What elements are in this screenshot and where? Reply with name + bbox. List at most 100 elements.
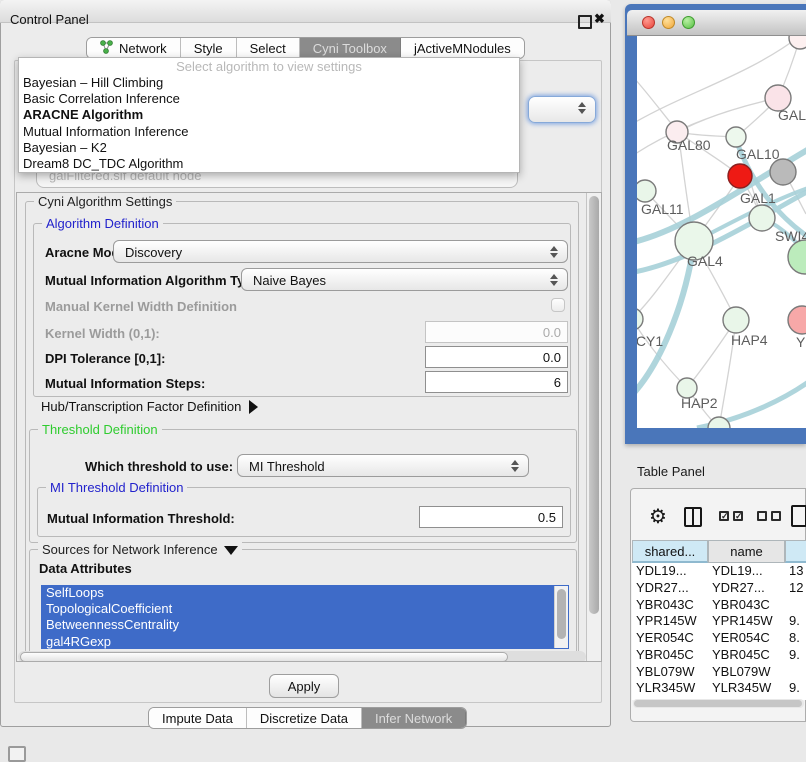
cell: 12 (789, 580, 806, 597)
settings-horizontal-scrollbar[interactable] (18, 651, 586, 662)
list-item[interactable]: BetweennessCentrality (41, 617, 569, 633)
node-y-partial[interactable] (788, 306, 806, 334)
node-label: Y (796, 334, 806, 350)
cell (789, 664, 806, 681)
scrollbar-thumb[interactable] (557, 589, 566, 639)
table-row[interactable]: YDR27... YDR27... 12 (632, 580, 806, 597)
table-horizontal-scrollbar[interactable] (633, 699, 804, 708)
tab-discretize-data[interactable]: Discretize Data (247, 708, 362, 728)
mi-threshold-field[interactable]: 0.5 (419, 506, 563, 528)
menu-item[interactable]: Bayesian – Hill Climbing (19, 75, 519, 91)
node-swi4[interactable] (749, 205, 775, 231)
apply-button[interactable]: Apply (269, 674, 339, 698)
control-panel-titlebar[interactable] (0, 0, 611, 23)
menu-item[interactable]: Dream8 DC_TDC Algorithm (19, 156, 519, 172)
column-header-name[interactable]: name (708, 540, 785, 563)
table-row[interactable]: YBR045C YBR045C 9. (632, 647, 806, 664)
list-item[interactable]: TopologicalCoefficient (41, 601, 569, 617)
network-canvas[interactable]: GAL GAL80 GAL10 GAL1 GAL11 SWI4 GAL4 GCY… (637, 36, 806, 428)
collapsed-panel-icon[interactable] (8, 746, 26, 762)
node-label: SWI4 (775, 228, 806, 244)
node-gal1[interactable] (728, 164, 752, 188)
checked-checkbox-icon[interactable]: ✓ (733, 511, 743, 521)
tab-label: Impute Data (162, 711, 233, 726)
data-attributes-list: SelfLoops TopologicalCoefficient Between… (41, 585, 569, 649)
table-row[interactable]: YER054C YER054C 8. (632, 630, 806, 647)
unchecked-checkbox-icon[interactable] (757, 511, 767, 521)
manual-kernel-label: Manual Kernel Width Definition (45, 299, 237, 314)
table-row[interactable]: YLR345W YLR345W 9. (632, 680, 806, 697)
node-gal11[interactable] (637, 180, 656, 202)
list-item[interactable]: gal4RGexp (41, 634, 569, 649)
tab-style[interactable]: Style (181, 38, 237, 58)
mac-zoom-icon[interactable] (682, 16, 695, 29)
tab-select[interactable]: Select (237, 38, 300, 58)
node-label: GAL (778, 107, 806, 123)
list-item[interactable]: SelfLoops (41, 585, 569, 601)
menu-item-highlighted[interactable]: ARACNE Algorithm (19, 107, 519, 123)
gear-icon[interactable]: ⚙ (649, 504, 667, 529)
close-icon[interactable]: ✖ (594, 11, 605, 27)
tab-cyni-toolbox[interactable]: Cyni Toolbox (300, 38, 401, 58)
cell: YPR145W (636, 613, 706, 630)
table-row[interactable]: YPR145W YPR145W 9. (632, 613, 806, 630)
column-header-partial[interactable] (785, 540, 806, 563)
cell: YBL079W (636, 664, 706, 681)
settings-vertical-scrollbar[interactable] (586, 193, 602, 661)
tab-label: Infer Network (375, 711, 452, 726)
mi-type-combo[interactable]: Naive Bayes (241, 268, 568, 291)
table-row[interactable]: YDL19... YDL19... 13 (632, 563, 806, 580)
node-unlabeled-top[interactable] (789, 36, 806, 49)
columns-icon[interactable] (684, 507, 702, 527)
unchecked-checkbox-icon[interactable] (771, 511, 781, 521)
tab-infer-network[interactable]: Infer Network (362, 708, 466, 728)
table-row[interactable]: YBL079W YBL079W (632, 664, 806, 681)
float-panel-icon[interactable] (578, 15, 592, 29)
node-label: GCY1 (637, 333, 663, 349)
cell: 9. (789, 613, 806, 630)
mi-steps-field[interactable]: 6 (425, 371, 568, 393)
table-row[interactable]: YBR043C YBR043C (632, 597, 806, 614)
tab-jactivemnodules[interactable]: jActiveMNodules (401, 38, 524, 58)
aracne-mode-combo[interactable]: Discovery (113, 240, 568, 263)
page-icon[interactable] (791, 505, 806, 527)
node-unlabeled-right[interactable] (788, 240, 806, 274)
node-label: GAL4 (687, 253, 723, 269)
combo-stepper-icon (550, 245, 558, 259)
collapse-arrow-icon[interactable] (224, 546, 238, 555)
menu-item[interactable]: Bayesian – K2 (19, 140, 519, 156)
combo-stepper-icon (550, 273, 558, 287)
checked-checkbox-icon[interactable]: ✓ (719, 511, 729, 521)
kernel-width-field[interactable]: 0.0 (425, 321, 568, 343)
mac-close-icon[interactable] (642, 16, 655, 29)
node-gcy1[interactable] (637, 308, 643, 330)
mac-minimize-icon[interactable] (662, 16, 675, 29)
scrollbar-thumb[interactable] (634, 700, 802, 707)
mi-threshold-label: Mutual Information Threshold: (47, 511, 235, 526)
algorithm-combo-fragment[interactable] (528, 96, 596, 123)
tab-network[interactable]: Network (87, 38, 181, 58)
kernel-width-label: Kernel Width (0,1): (45, 326, 160, 341)
control-panel-tabs: Network Style Select Cyni Toolbox jActiv… (86, 37, 525, 59)
scrollbar-thumb[interactable] (20, 652, 508, 662)
algorithm-dropdown-popup: Select algorithm to view settings Bayesi… (18, 57, 520, 173)
list-scrollbar[interactable] (554, 586, 568, 648)
combo-value: Naive Bayes (253, 273, 326, 288)
manual-kernel-checkbox[interactable] (551, 298, 565, 312)
menu-item[interactable]: Mutual Information Inference (19, 124, 519, 140)
node-hap4[interactable] (723, 307, 749, 333)
hub-definition-expander[interactable]: Hub/Transcription Factor Definition (41, 399, 258, 414)
cell: 9. (789, 680, 806, 697)
dpi-tolerance-field[interactable]: 0.0 (425, 346, 568, 368)
column-header-shared-name[interactable]: shared... (632, 540, 708, 563)
scrollbar-thumb[interactable] (589, 196, 599, 614)
node-label: GAL1 (740, 190, 776, 206)
tab-label: Select (250, 41, 286, 56)
cell: 9. (789, 647, 806, 664)
node-unlabeled-gray[interactable] (770, 159, 796, 185)
menu-item[interactable]: Basic Correlation Inference (19, 91, 519, 107)
which-threshold-combo[interactable]: MI Threshold (237, 454, 529, 477)
node-gal10[interactable] (726, 127, 746, 147)
tab-impute-data[interactable]: Impute Data (149, 708, 247, 728)
settings-scroll-pane: Cyni Algorithm Settings Algorithm Defini… (16, 192, 602, 662)
